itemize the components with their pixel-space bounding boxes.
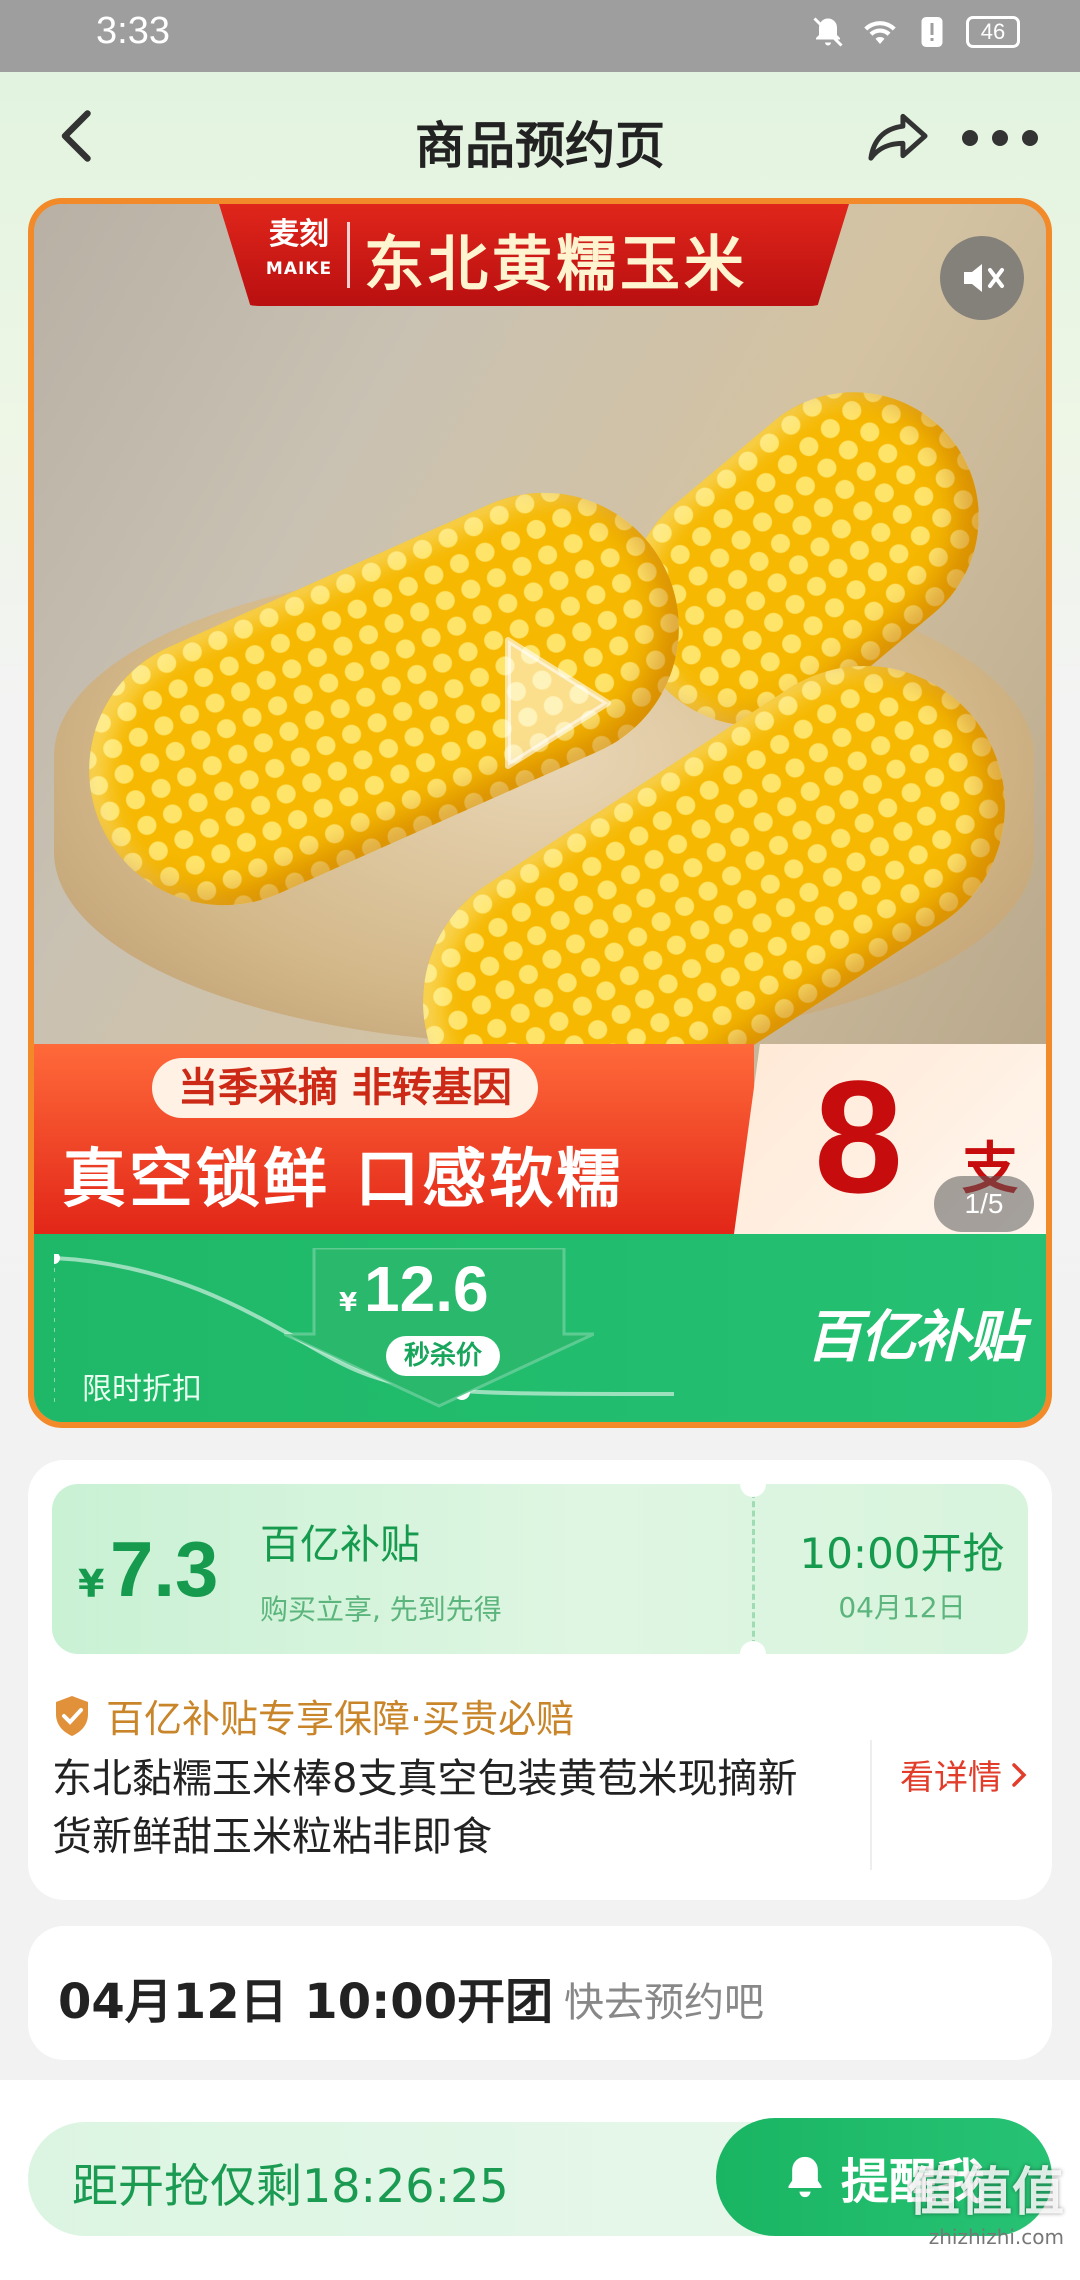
wifi-icon <box>864 21 896 44</box>
coupon-start-time: 10:00开抢 <box>799 1529 1005 1578</box>
reserve-hint: 快去预约吧 <box>564 1980 764 2026</box>
countdown-text: 距开抢仅剩18:26:25 <box>72 2159 509 2213</box>
seckill-label: 秒杀价 <box>386 1336 501 1376</box>
guarantee-row: 百亿补贴专享保障·买贵必赔 <box>52 1688 574 1743</box>
view-details-label: 看详情 <box>900 1758 1002 1798</box>
alert-icon <box>921 17 943 47</box>
watermark-text: 值值值 <box>907 2163 1064 2223</box>
status-time: 3:33 <box>96 10 170 52</box>
status-bar: 3:33 46 <box>0 0 1080 72</box>
product-title: 东北黏糯玉米棒8支真空包装黄苞米现摘新货新鲜甜玉米粒粘非即食 <box>52 1756 798 1860</box>
watermark-sub: zhizhizhi.com <box>928 2225 1064 2249</box>
group-start-card: 04月12日 10:00开团 快去预约吧 <box>28 1926 1052 2060</box>
guarantee-text: 百亿补贴专享保障·买贵必赔 <box>106 1697 575 1741</box>
view-details-link[interactable]: 看详情 <box>900 1750 1030 1799</box>
brand-logo-sub: MAIKE <box>265 259 333 279</box>
seckill-price: 12.6 <box>364 1253 489 1325</box>
share-icon[interactable] <box>866 106 930 166</box>
promo-strip: 当季采摘 非转基因 真空锁鲜 口感软糯 8 支 1/5 <box>34 1044 1046 1234</box>
status-icons: 46 <box>810 14 1020 50</box>
product-info-card: ¥ 7.3 百亿补贴 购买立享, 先到先得 10:00开抢 04月12日 百亿补… <box>28 1460 1052 1900</box>
coupon-subtitle: 购买立享, 先到先得 <box>260 1593 502 1626</box>
group-start-datetime: 04月12日 10:00开团 <box>58 1974 554 2030</box>
chevron-right-icon <box>1012 1762 1027 1787</box>
play-video-icon[interactable] <box>478 628 628 778</box>
subsidy-logo: 百亿补贴 <box>806 1305 1024 1370</box>
coupon-notch <box>740 1471 766 1497</box>
price-currency: ¥ <box>339 1288 358 1318</box>
more-options-icon[interactable] <box>960 128 1040 148</box>
promo-headline: 真空锁鲜 口感软糯 <box>62 1143 624 1217</box>
pack-count: 8 <box>814 1047 903 1226</box>
mute-bell-icon <box>813 17 843 47</box>
battery-indicator: 46 <box>966 16 1020 48</box>
carousel-pager: 1/5 <box>934 1176 1034 1232</box>
coupon-currency: ¥ <box>78 1562 105 1606</box>
brand-banner: 麦刻 MAIKE 东北黄糯玉米 <box>219 204 849 306</box>
mute-toggle-icon[interactable] <box>940 236 1024 320</box>
brand-divider <box>347 222 350 288</box>
nav-bar: 商品预约页 <box>0 72 1080 202</box>
promo-red-panel: 当季采摘 非转基因 真空锁鲜 口感软糯 <box>34 1044 754 1234</box>
coupon-amount: 7.3 <box>110 1525 219 1613</box>
subsidy-coupon[interactable]: ¥ 7.3 百亿补贴 购买立享, 先到先得 10:00开抢 04月12日 <box>52 1471 1028 1667</box>
site-watermark: 值值值 zhizhizhi.com <box>908 2150 1064 2249</box>
discount-label: 限时折扣 <box>82 1372 202 1407</box>
promo-tag: 当季采摘 非转基因 <box>152 1058 538 1118</box>
shield-check-icon <box>56 1695 88 1736</box>
detail-divider <box>870 1740 872 1870</box>
coupon-divider <box>752 1492 755 1646</box>
brand-product-name: 东北黄糯玉米 <box>364 230 748 300</box>
brand-logo-text: 麦刻 <box>269 217 329 252</box>
price-banner: 限时折扣 ¥ 12.6 秒杀价 百亿补贴 <box>34 1234 1046 1422</box>
coupon-title: 百亿补贴 <box>260 1522 420 1568</box>
coupon-notch <box>740 1641 766 1667</box>
product-image <box>34 204 1046 1196</box>
coupon-start-date: 04月12日 <box>838 1591 966 1624</box>
bell-icon <box>788 2156 822 2198</box>
product-media-carousel[interactable]: 麦刻 MAIKE 东北黄糯玉米 当季采摘 非转基因 真空锁鲜 口感软糯 8 支 1… <box>28 198 1052 1428</box>
brand-logo: 麦刻 MAIKE <box>259 218 339 288</box>
